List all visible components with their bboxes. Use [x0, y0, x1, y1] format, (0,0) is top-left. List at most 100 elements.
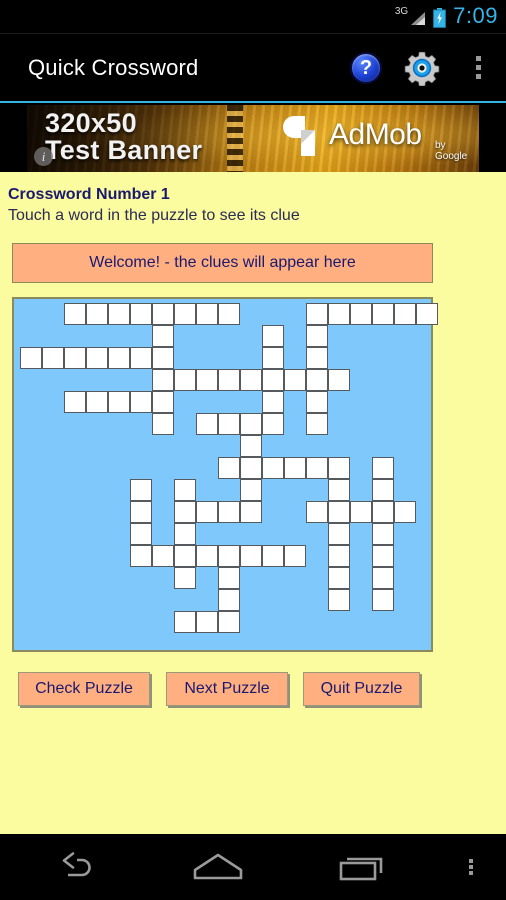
crossword-cell[interactable]: [372, 479, 394, 501]
crossword-cell[interactable]: [218, 303, 240, 325]
crossword-cell[interactable]: [262, 325, 284, 347]
crossword-cell[interactable]: [306, 391, 328, 413]
home-button[interactable]: [145, 834, 290, 900]
recent-apps-button[interactable]: [291, 834, 436, 900]
crossword-cell[interactable]: [350, 303, 372, 325]
crossword-cell[interactable]: [152, 303, 174, 325]
ad-info-icon[interactable]: i: [34, 147, 53, 166]
crossword-cell[interactable]: [174, 545, 196, 567]
crossword-cell[interactable]: [372, 303, 394, 325]
crossword-cell[interactable]: [372, 501, 394, 523]
crossword-cell[interactable]: [372, 545, 394, 567]
crossword-cell[interactable]: [306, 347, 328, 369]
next-puzzle-button[interactable]: Next Puzzle: [166, 672, 288, 706]
crossword-cell[interactable]: [218, 501, 240, 523]
crossword-cell[interactable]: [328, 457, 350, 479]
crossword-cell[interactable]: [262, 347, 284, 369]
crossword-cell[interactable]: [306, 303, 328, 325]
crossword-cell[interactable]: [196, 413, 218, 435]
back-button[interactable]: [0, 834, 145, 900]
crossword-cell[interactable]: [328, 303, 350, 325]
crossword-cell[interactable]: [372, 457, 394, 479]
crossword-cell[interactable]: [152, 413, 174, 435]
crossword-cell[interactable]: [240, 457, 262, 479]
crossword-cell[interactable]: [86, 391, 108, 413]
crossword-grid[interactable]: [12, 297, 438, 652]
crossword-cell[interactable]: [394, 303, 416, 325]
crossword-cell[interactable]: [218, 413, 240, 435]
help-button[interactable]: ?: [338, 33, 394, 102]
crossword-cell[interactable]: [152, 391, 174, 413]
crossword-cell[interactable]: [328, 523, 350, 545]
crossword-cell[interactable]: [306, 501, 328, 523]
ad-banner[interactable]: 320x50 Test Banner i AdMob by Google: [0, 105, 506, 172]
crossword-cell[interactable]: [218, 567, 240, 589]
crossword-cell[interactable]: [196, 611, 218, 633]
crossword-cell[interactable]: [240, 413, 262, 435]
crossword-cell[interactable]: [328, 479, 350, 501]
crossword-cell[interactable]: [328, 589, 350, 611]
crossword-cell[interactable]: [306, 369, 328, 391]
crossword-cell[interactable]: [42, 347, 64, 369]
crossword-cell[interactable]: [64, 303, 86, 325]
crossword-cell[interactable]: [284, 545, 306, 567]
crossword-cell[interactable]: [240, 545, 262, 567]
crossword-cell[interactable]: [394, 501, 416, 523]
crossword-cell[interactable]: [328, 567, 350, 589]
crossword-cell[interactable]: [372, 589, 394, 611]
crossword-cell[interactable]: [130, 545, 152, 567]
crossword-cell[interactable]: [174, 303, 196, 325]
crossword-cell[interactable]: [218, 611, 240, 633]
crossword-cell[interactable]: [284, 457, 306, 479]
crossword-cell[interactable]: [240, 435, 262, 457]
crossword-cell[interactable]: [218, 369, 240, 391]
crossword-cell[interactable]: [174, 567, 196, 589]
crossword-cell[interactable]: [306, 457, 328, 479]
crossword-cell[interactable]: [328, 369, 350, 391]
crossword-cell[interactable]: [130, 303, 152, 325]
crossword-cell[interactable]: [306, 325, 328, 347]
overflow-menu-button[interactable]: [450, 33, 506, 102]
crossword-cell[interactable]: [64, 391, 86, 413]
crossword-cell[interactable]: [152, 347, 174, 369]
crossword-cell[interactable]: [240, 479, 262, 501]
crossword-cell[interactable]: [174, 501, 196, 523]
crossword-cell[interactable]: [218, 457, 240, 479]
crossword-cell[interactable]: [108, 303, 130, 325]
crossword-cell[interactable]: [240, 501, 262, 523]
crossword-cell[interactable]: [130, 501, 152, 523]
crossword-cell[interactable]: [196, 501, 218, 523]
crossword-cell[interactable]: [416, 303, 438, 325]
crossword-cell[interactable]: [174, 523, 196, 545]
crossword-cell[interactable]: [152, 325, 174, 347]
crossword-cell[interactable]: [196, 303, 218, 325]
crossword-cell[interactable]: [350, 501, 372, 523]
crossword-cell[interactable]: [372, 567, 394, 589]
crossword-cell[interactable]: [174, 479, 196, 501]
crossword-cell[interactable]: [328, 501, 350, 523]
crossword-cell[interactable]: [262, 457, 284, 479]
crossword-cell[interactable]: [130, 347, 152, 369]
crossword-cell[interactable]: [152, 545, 174, 567]
crossword-cell[interactable]: [108, 347, 130, 369]
crossword-cell[interactable]: [306, 413, 328, 435]
crossword-cell[interactable]: [86, 303, 108, 325]
crossword-cell[interactable]: [328, 545, 350, 567]
crossword-cell[interactable]: [284, 369, 306, 391]
crossword-cell[interactable]: [196, 545, 218, 567]
crossword-cell[interactable]: [262, 391, 284, 413]
check-puzzle-button[interactable]: Check Puzzle: [18, 672, 150, 706]
settings-button[interactable]: [394, 33, 450, 102]
crossword-cell[interactable]: [174, 369, 196, 391]
nav-overflow-button[interactable]: [436, 834, 506, 900]
crossword-cell[interactable]: [218, 545, 240, 567]
crossword-cell[interactable]: [372, 523, 394, 545]
quit-puzzle-button[interactable]: Quit Puzzle: [303, 672, 420, 706]
crossword-cell[interactable]: [262, 413, 284, 435]
crossword-cell[interactable]: [152, 369, 174, 391]
crossword-cell[interactable]: [174, 611, 196, 633]
crossword-cell[interactable]: [130, 523, 152, 545]
crossword-cell[interactable]: [262, 369, 284, 391]
crossword-cell[interactable]: [262, 545, 284, 567]
crossword-cell[interactable]: [130, 391, 152, 413]
